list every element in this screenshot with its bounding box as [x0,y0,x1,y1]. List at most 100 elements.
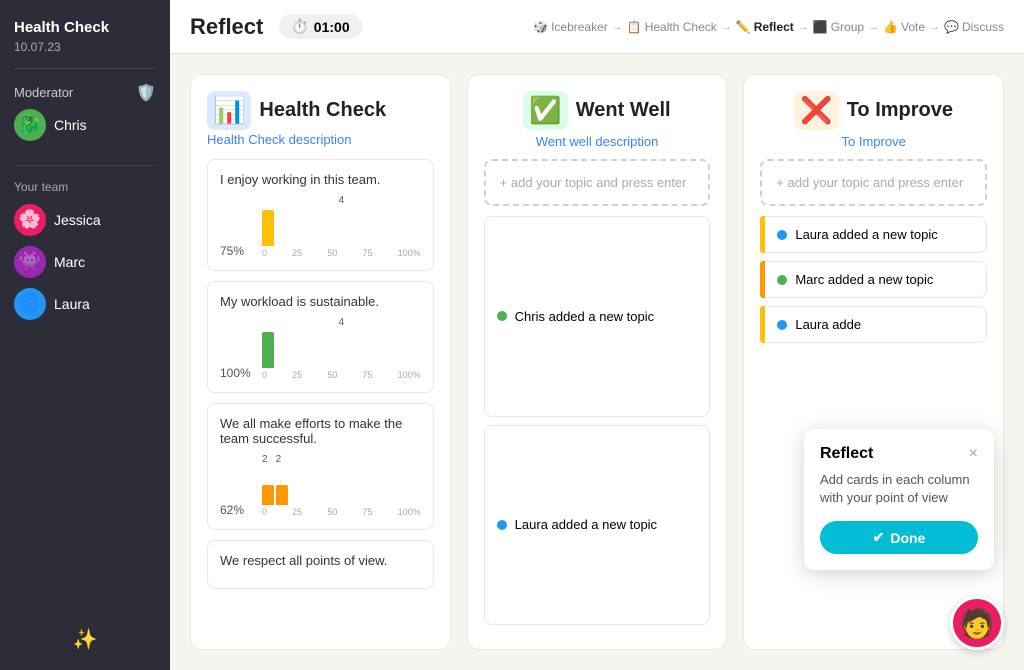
nav-step-icebreaker[interactable]: 🎲 Icebreaker [533,20,608,34]
bar-item [262,210,274,246]
moderator-user: 🐉 Chris [14,109,156,141]
topic-text: Laura adde [795,317,861,332]
bar-labels: 0255075100% [262,507,421,517]
hc-item-1: I enjoy working in this team. 75% 4 0255… [207,159,434,271]
sidebar-board-title: Health Check [14,18,156,38]
topic-item-marc: Marc added a new topic [760,261,987,298]
hc-item-3: We all make efforts to make the team suc… [207,403,434,530]
went-well-desc: Went well description [536,134,659,149]
team-label: Your team [14,180,156,194]
nav-steps: 🎲 Icebreaker → 📋 Health Check → ✏️ Refle… [533,20,1004,34]
hc-item-text: My workload is sustainable. [220,294,421,309]
page-title: Reflect [190,14,263,40]
bar-labels: 0255075100% [262,248,421,258]
nav-arrow: → [798,21,809,33]
topic-dot-blue [777,230,787,240]
topic-item-laura: Laura added a new topic [484,425,711,626]
nav-step-discuss[interactable]: 💬 Discuss [944,20,1004,34]
topic-text: Laura added a new topic [795,227,937,242]
topic-item-laura-partial: Laura adde [760,306,987,343]
nav-step-healthcheck[interactable]: 📋 Health Check [627,20,717,34]
hc-item-text: We respect all points of view. [220,553,421,568]
hc-column-desc: Health Check description [207,132,434,147]
nav-arrow: → [721,21,732,33]
avatar-jessica: 🌸 [14,204,46,236]
chat-avatar[interactable]: 🧑 [950,596,1004,650]
content-area: 📊 Health Check Health Check description … [170,54,1024,670]
checkmark-icon: ✔ [873,529,885,546]
went-well-icon: ✅ [523,91,567,130]
chart-percent: 62% [220,503,256,517]
nav-step-group[interactable]: ⬛ Group [813,20,864,34]
team-member-jessica: 🌸 Jessica [14,204,156,236]
topic-text: Chris added a new topic [515,309,654,324]
to-improve-header: ❌ To Improve To Improve [760,91,987,149]
sidebar-title: Health Check 10.07.23 [14,18,156,54]
went-well-title: Went Well [576,99,671,122]
tooltip-title: Reflect [820,445,873,463]
sidebar: Health Check 10.07.23 Moderator 🛡️ 🐉 Chr… [0,0,170,670]
tooltip-text: Add cards in each column with your point… [820,471,978,507]
bar-item [262,332,274,368]
icebreaker-icon: 🎲 [533,20,548,34]
chart-percent: 100% [220,366,256,380]
topic-dot-green [777,275,787,285]
hc-item-2: My workload is sustainable. 100% 4 02550… [207,281,434,393]
main-content: Reflect ⏱️ 01:00 🎲 Icebreaker → 📋 Health… [170,0,1024,670]
went-well-column: ✅ Went Well Went well description + add … [467,74,728,650]
topic-dot-blue [497,520,507,530]
discuss-icon: 💬 [944,20,959,34]
bar-chart-bars [262,465,421,505]
nav-step-label: Vote [901,20,925,34]
avatar-marc: 👾 [14,246,46,278]
nav-arrow: → [868,21,879,33]
timer-badge: ⏱️ 01:00 [279,14,361,39]
hc-item-text: We all make efforts to make the team suc… [220,416,421,446]
nav-step-reflect[interactable]: ✏️ Reflect [736,20,794,34]
topic-dot-blue [777,320,787,330]
hc-icon: 📊 [207,91,251,130]
timer-value: 01:00 [314,19,350,35]
team-member-name: Laura [54,296,90,312]
topic-inner: Laura added a new topic [765,216,987,253]
tooltip-done-label: Done [890,530,925,546]
team-member-name: Jessica [54,212,101,228]
topic-inner: Laura adde [765,306,987,343]
topic-dot-green [497,311,507,321]
team-member-laura: 🌀 Laura [14,288,156,320]
add-topic-to-improve[interactable]: + add your topic and press enter [760,159,987,206]
bar-chart-bars [262,206,421,246]
bar-item [262,485,274,505]
to-improve-icon: ❌ [794,91,838,130]
tooltip-done-button[interactable]: ✔ Done [820,521,978,554]
tooltip-header: Reflect × [820,445,978,463]
sidebar-date: 10.07.23 [14,40,156,54]
nav-arrow: → [929,21,940,33]
add-topic-went-well[interactable]: + add your topic and press enter [484,159,711,206]
nav-step-label: Icebreaker [551,20,608,34]
hc-item-text: I enjoy working in this team. [220,172,421,187]
reflect-icon: ✏️ [736,20,751,34]
topic-item-chris: Chris added a new topic [484,216,711,417]
hc-column-title: Health Check [259,99,386,122]
hc-title-row: 📊 Health Check [207,91,434,130]
nav-step-label: Health Check [645,20,717,34]
nav-arrow: → [612,21,623,33]
nav-step-label: Reflect [754,20,794,34]
topic-inner: Marc added a new topic [765,261,987,298]
sidebar-bottom: ✨ [14,627,156,652]
avatar-laura: 🌀 [14,288,46,320]
chart-row: 62% 2 2 0255075100% [220,454,421,517]
health-check-column: 📊 Health Check Health Check description … [190,74,451,650]
vote-icon: 👍 [883,20,898,34]
chart-percent: 75% [220,244,256,258]
avatar-chris: 🐉 [14,109,46,141]
sparkle-icon: ✨ [73,627,98,652]
tooltip-close-button[interactable]: × [969,445,978,463]
to-improve-desc: To Improve [842,134,906,149]
moderator-settings-icon[interactable]: 🛡️ [136,83,156,103]
timer-icon: ⏱️ [291,18,308,35]
went-well-header: ✅ Went Well Went well description [484,91,711,149]
moderator-label: Moderator [14,85,73,100]
nav-step-vote[interactable]: 👍 Vote [883,20,925,34]
